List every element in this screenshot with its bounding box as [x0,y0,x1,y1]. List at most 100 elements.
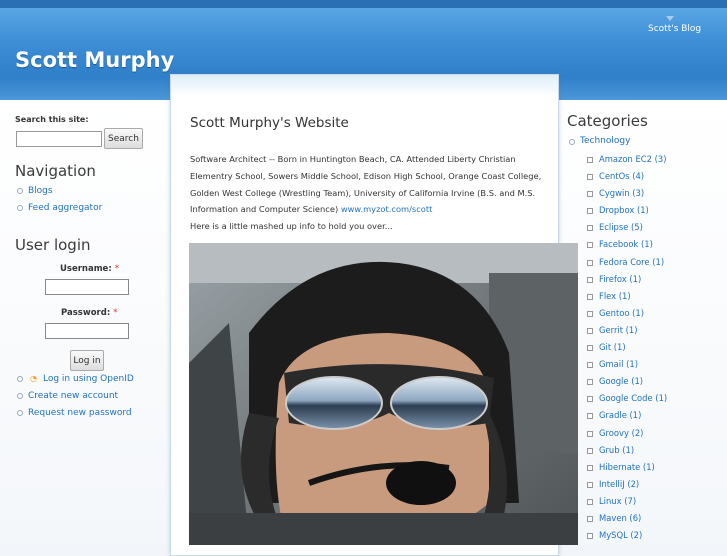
password-label-text: Password: [61,308,111,318]
category-link[interactable]: Gerrit (1) [599,325,638,335]
category-link[interactable]: Cygwin (3) [599,188,644,198]
category-link[interactable]: CentOs (4) [599,171,644,181]
categories-title: Categories [567,112,648,130]
category-link[interactable]: Google Code (1) [599,393,667,403]
login-openid-link[interactable]: Log in using OpenID [43,374,134,384]
login-button[interactable]: Log in [70,350,104,371]
square-bullet-icon [587,242,593,249]
openid-icon: ◔ [30,374,37,383]
category-link[interactable]: Grub (1) [599,445,634,455]
category-item: Hibernate (1) [587,459,667,476]
square-bullet-icon [587,362,593,369]
bullet-icon [17,376,23,382]
square-bullet-icon [587,293,593,300]
square-bullet-icon [587,225,593,232]
category-link[interactable]: Git (1) [599,342,626,352]
category-item: Fedora Core (1) [587,254,667,271]
category-link[interactable]: Groovy (2) [599,428,643,438]
category-link[interactable]: Gradle (1) [599,410,641,420]
square-bullet-icon [587,464,593,471]
square-bullet-icon [587,447,593,454]
profile-photo-illustration [189,243,578,545]
square-bullet-icon [587,208,593,215]
category-link[interactable]: Google (1) [599,376,643,386]
bullet-icon [17,393,23,399]
category-link[interactable]: MySQL (2) [599,530,642,540]
password-label: Password: * [61,308,117,318]
category-item: MySQL (2) [587,527,667,544]
username-label: Username: * [60,264,119,274]
square-bullet-icon [587,430,593,437]
category-item: Amazon EC2 (3) [587,151,667,168]
login-link-create-item: Create new account [17,390,134,407]
node-body: Software Architect -- Born in Huntington… [190,151,542,218]
navigation-title: Navigation [15,162,96,180]
category-link[interactable]: Amazon EC2 (3) [599,154,667,164]
nav-link-feed-aggregator[interactable]: Feed aggregator [28,203,102,213]
category-item: Dropbox (1) [587,202,667,219]
primary-link-blog[interactable]: Scott's Blog [648,24,701,34]
category-link[interactable]: Gmail (1) [599,359,638,369]
category-link[interactable]: Facebook (1) [599,239,653,249]
category-link[interactable]: Fedora Core (1) [599,257,664,267]
square-bullet-icon [587,327,593,334]
square-bullet-icon [587,276,593,283]
category-item: Maven (6) [587,510,667,527]
square-bullet-icon [587,533,593,540]
square-bullet-icon [587,191,593,198]
category-item: CentOs (4) [587,168,667,185]
category-root-item: Technology [569,136,630,146]
create-account-link[interactable]: Create new account [28,391,118,401]
site-name-link[interactable]: Scott Murphy [15,48,174,72]
password-input[interactable] [45,323,129,339]
nav-item-feed-aggregator: Feed aggregator [17,202,102,219]
profile-photo [189,243,578,545]
category-item: Google Code (1) [587,390,667,407]
square-bullet-icon [587,413,593,420]
square-bullet-icon [587,498,593,505]
category-root-link[interactable]: Technology [569,136,630,146]
category-item: Cygwin (3) [587,185,667,202]
node-body-link[interactable]: www.myzot.com/scott [341,204,433,214]
bullet-icon [17,205,23,211]
category-link[interactable]: Maven (6) [599,513,641,523]
square-bullet-icon [587,157,593,163]
search-input[interactable] [16,131,102,147]
bullet-icon [17,188,23,194]
user-login-title: User login [15,236,91,254]
active-tab-arrow-icon [666,16,674,21]
bullet-icon [17,410,23,416]
category-item: IntelliJ (2) [587,476,667,493]
category-item: Gradle (1) [587,407,667,424]
category-link[interactable]: IntelliJ (2) [599,479,639,489]
category-link[interactable]: Linux (7) [599,496,636,506]
square-bullet-icon [587,345,593,352]
intro-text: Here is a little mashed up info to hold … [190,221,393,231]
square-bullet-icon [587,515,593,522]
content-top-gradient [171,75,558,97]
login-link-openid-item: ◔ Log in using OpenID [17,373,134,390]
square-bullet-icon [587,174,593,181]
square-bullet-icon [587,481,593,488]
category-item: Grub (1) [587,442,667,459]
category-link[interactable]: Dropbox (1) [599,205,649,215]
category-item: Gmail (1) [587,356,667,373]
category-link[interactable]: Flex (1) [599,291,631,301]
request-password-link[interactable]: Request new password [28,408,132,418]
category-link[interactable]: Gentoo (1) [599,308,644,318]
category-item: Linux (7) [587,493,667,510]
square-bullet-icon [587,379,593,386]
required-mark: * [113,308,118,318]
category-list: Amazon EC2 (3) CentOs (4) Cygwin (3) Dro… [587,151,667,544]
nav-link-blogs[interactable]: Blogs [28,186,53,196]
category-item: Gerrit (1) [587,322,667,339]
square-bullet-icon [587,259,593,266]
category-item: Flex (1) [587,288,667,305]
category-link[interactable]: Firefox (1) [599,274,641,284]
required-mark: * [114,264,119,274]
search-button[interactable]: Search [104,128,143,149]
category-link[interactable]: Hibernate (1) [599,462,655,472]
username-input[interactable] [45,279,129,295]
square-bullet-icon [587,396,593,403]
category-link[interactable]: Eclipse (5) [599,222,643,232]
